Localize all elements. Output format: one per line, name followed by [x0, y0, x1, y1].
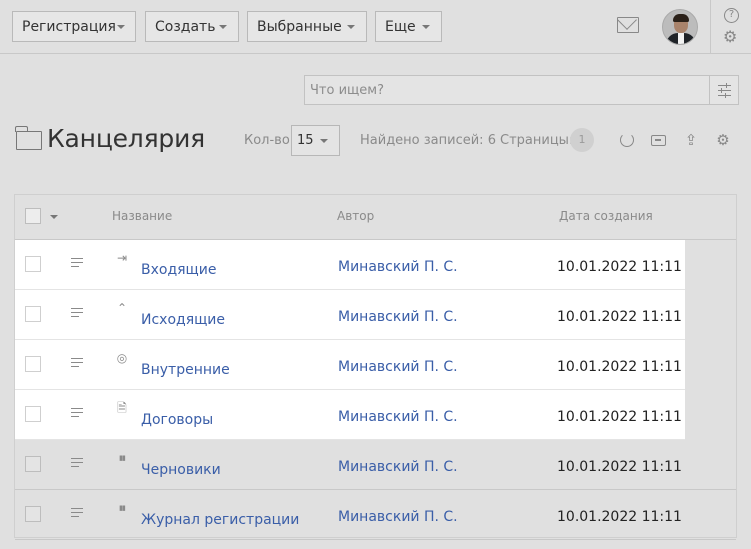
row-date: 10.01.2022 11:11 — [557, 259, 682, 275]
create-menu-label: Создать — [155, 18, 216, 35]
row-author-link[interactable]: Минавский П. С. — [338, 359, 458, 375]
page-title: Канцелярия — [47, 124, 205, 153]
page-size-select[interactable]: 15 — [291, 125, 340, 156]
chevron-down-icon — [219, 25, 227, 29]
row-name-link[interactable]: Черновики — [141, 462, 221, 478]
row-checkbox[interactable] — [25, 406, 41, 422]
mail-icon[interactable] — [617, 17, 639, 33]
search-input[interactable]: Что ищем? — [304, 75, 710, 105]
incoming-icon: ⇥ — [116, 251, 128, 265]
row-menu-icon[interactable] — [71, 308, 83, 320]
chevron-down-icon — [347, 25, 355, 29]
search-placeholder: Что ищем? — [310, 82, 384, 98]
row-date: 10.01.2022 11:11 — [557, 409, 682, 425]
column-header-author[interactable]: Автор — [337, 209, 374, 223]
chevron-down-icon — [422, 25, 430, 29]
table-row[interactable]: ◎ Внутренние Минавский П. С. 10.01.2022 11:… — [15, 340, 685, 390]
chevron-down-icon — [117, 25, 125, 29]
chevron-down-icon[interactable] — [50, 215, 58, 219]
column-header-created[interactable]: Дата создания — [559, 209, 653, 223]
table-row[interactable]: ▮▮ Журнал регистрации Минавский П. С. 10.01… — [15, 490, 736, 540]
gear-icon[interactable]: ⚙ — [723, 29, 737, 45]
select-all-checkbox[interactable] — [25, 208, 41, 224]
row-date: 10.01.2022 11:11 — [557, 359, 682, 375]
page-number-button[interactable]: 1 — [570, 128, 594, 152]
row-checkbox[interactable] — [25, 506, 41, 522]
table-row[interactable]: ⌃ Исходящие Минавский П. С. 10.01.2022 11:1… — [15, 290, 685, 340]
registration-menu-button[interactable]: Регистрация — [12, 11, 136, 42]
row-name-link[interactable]: Журнал регистрации — [141, 512, 299, 528]
row-checkbox[interactable] — [25, 456, 41, 472]
toolbar-divider — [710, 0, 711, 54]
folder-icon — [15, 126, 42, 150]
row-checkbox[interactable] — [25, 356, 41, 372]
row-date: 10.01.2022 11:11 — [557, 309, 682, 325]
records-table: Название Автор Дата создания ⇥ Входящие Ми… — [14, 194, 737, 540]
favorites-menu-label: Выбранные — [257, 18, 342, 35]
row-name-link[interactable]: Входящие — [141, 262, 216, 278]
gear-icon[interactable]: ⚙ — [714, 131, 732, 149]
help-icon[interactable]: ? — [724, 8, 739, 23]
row-name-link[interactable]: Договоры — [141, 412, 213, 428]
table-header: Название Автор Дата создания — [15, 195, 736, 240]
row-author-link[interactable]: Минавский П. С. — [338, 459, 458, 475]
document-icon: 🗎 — [117, 401, 127, 415]
table-row[interactable]: ▮▮ Черновики Минавский П. С. 10.01.2022 11:… — [15, 440, 736, 490]
top-toolbar: Регистрация Создать Выбранные Еще ? ⚙ — [0, 0, 751, 54]
row-date: 10.01.2022 11:11 — [557, 509, 682, 525]
refresh-icon[interactable] — [620, 133, 634, 147]
book-icon: ▮▮ — [119, 454, 126, 462]
row-author-link[interactable]: Минавский П. С. — [338, 409, 458, 425]
export-icon[interactable]: ⇪ — [682, 131, 700, 149]
column-header-name[interactable]: Название — [112, 209, 172, 223]
table-row[interactable]: 🗎 Договоры Минавский П. С. 10.01.2022 11:11 — [15, 390, 685, 440]
count-label: Кол-во: — [244, 133, 295, 148]
records-found-label: Найдено записей: 6 — [360, 133, 496, 148]
row-menu-icon[interactable] — [71, 258, 83, 270]
table-row[interactable]: ⇥ Входящие Минавский П. С. 10.01.2022 11:11 — [15, 240, 685, 290]
page-size-value: 15 — [297, 133, 314, 148]
row-menu-icon[interactable] — [71, 408, 83, 420]
avatar[interactable] — [662, 9, 698, 45]
row-author-link[interactable]: Минавский П. С. — [338, 309, 458, 325]
row-menu-icon[interactable] — [71, 358, 83, 370]
row-menu-icon[interactable] — [71, 458, 83, 470]
book-icon: ▮▮ — [119, 504, 126, 512]
outgoing-icon: ⌃ — [116, 301, 128, 315]
card-view-icon[interactable] — [651, 135, 666, 146]
row-checkbox[interactable] — [25, 256, 41, 272]
row-author-link[interactable]: Минавский П. С. — [338, 259, 458, 275]
create-menu-button[interactable]: Создать — [145, 11, 239, 42]
row-menu-icon[interactable] — [71, 508, 83, 520]
row-name-link[interactable]: Внутренние — [141, 362, 230, 378]
row-author-link[interactable]: Минавский П. С. — [338, 509, 458, 525]
row-name-link[interactable]: Исходящие — [141, 312, 225, 328]
favorites-menu-button[interactable]: Выбранные — [247, 11, 367, 42]
filter-settings-icon[interactable] — [709, 75, 739, 105]
more-menu-label: Еще — [385, 18, 416, 35]
internal-icon: ◎ — [116, 351, 128, 365]
registration-menu-label: Регистрация — [22, 18, 116, 35]
pages-label: Страницы: — [500, 133, 574, 148]
row-checkbox[interactable] — [25, 306, 41, 322]
more-menu-button[interactable]: Еще — [375, 11, 442, 42]
row-date: 10.01.2022 11:11 — [557, 459, 682, 475]
chevron-down-icon — [320, 139, 328, 143]
